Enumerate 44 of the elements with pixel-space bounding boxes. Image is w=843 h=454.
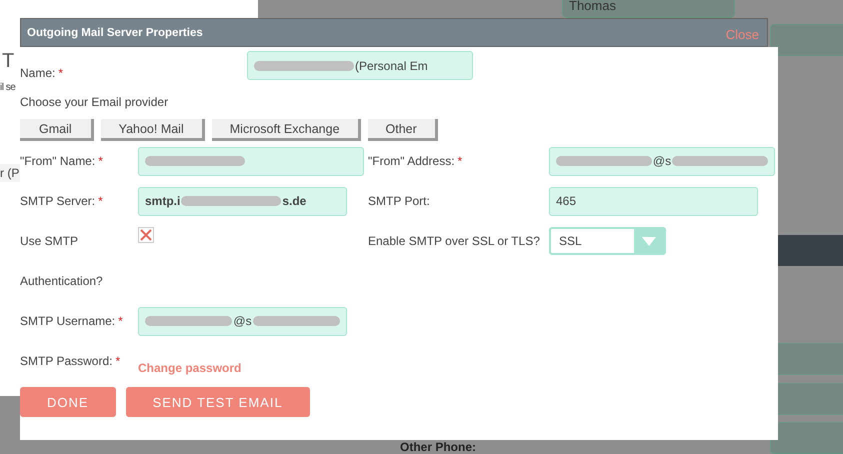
- page-label: Other Phone:: [400, 441, 476, 454]
- field-value: SSL: [559, 234, 582, 248]
- dialog-title: Outgoing Mail Server Properties: [27, 26, 203, 38]
- table-cell: r (P: [0, 164, 22, 182]
- field-label: SMTP Username:: [20, 314, 116, 328]
- checkbox[interactable]: [138, 227, 154, 243]
- field-label: SMTP Port:: [368, 194, 430, 208]
- field-value: s.de: [282, 194, 306, 208]
- caret-icon: [642, 236, 656, 246]
- field-label: SMTP Password:: [20, 354, 112, 368]
- field-label: Use SMTP: [20, 234, 78, 248]
- field-label: Authentication?: [20, 274, 103, 288]
- input-field[interactable]: @s: [138, 306, 347, 336]
- page-text: il se: [0, 82, 16, 93]
- field-label: Enable SMTP over SSL or TLS?: [368, 234, 540, 248]
- background-field: Thomas: [562, 0, 735, 18]
- provider-button[interactable]: Gmail: [20, 119, 94, 141]
- field-value: (Personal Em: [355, 58, 428, 72]
- provider-button[interactable]: Other: [368, 119, 438, 141]
- provider-prompt: Choose your Email provider: [20, 95, 170, 111]
- required-mark: *: [458, 154, 462, 168]
- background-bar: [778, 235, 843, 266]
- provider-button[interactable]: Yahoo! Mail: [100, 119, 205, 141]
- input-field[interactable]: @s: [549, 146, 775, 176]
- required-mark: *: [98, 194, 103, 208]
- required-mark: *: [115, 354, 120, 368]
- field-label: SMTP Server:: [20, 194, 96, 208]
- required-mark: *: [58, 66, 64, 80]
- field-label: Name:: [20, 66, 56, 80]
- ssl-dropdown[interactable]: SSL: [549, 227, 666, 255]
- page-heading: T: [2, 50, 14, 73]
- field-value: smtp.i: [145, 194, 180, 208]
- input-field[interactable]: [138, 146, 364, 176]
- field-label: "From" Name:: [20, 154, 96, 168]
- field-value: @s: [233, 314, 252, 328]
- input-field[interactable]: (Personal Em: [247, 51, 473, 80]
- field-value: 465: [556, 194, 576, 208]
- field-label: "From" Address:: [368, 154, 455, 168]
- input-field[interactable]: smtp.i s.de: [138, 186, 347, 216]
- input-field[interactable]: 465: [549, 186, 758, 216]
- provider-button[interactable]: Microsoft Exchange: [212, 119, 361, 141]
- required-mark: *: [118, 314, 123, 328]
- field-value: @s: [652, 154, 672, 168]
- required-mark: *: [98, 154, 103, 168]
